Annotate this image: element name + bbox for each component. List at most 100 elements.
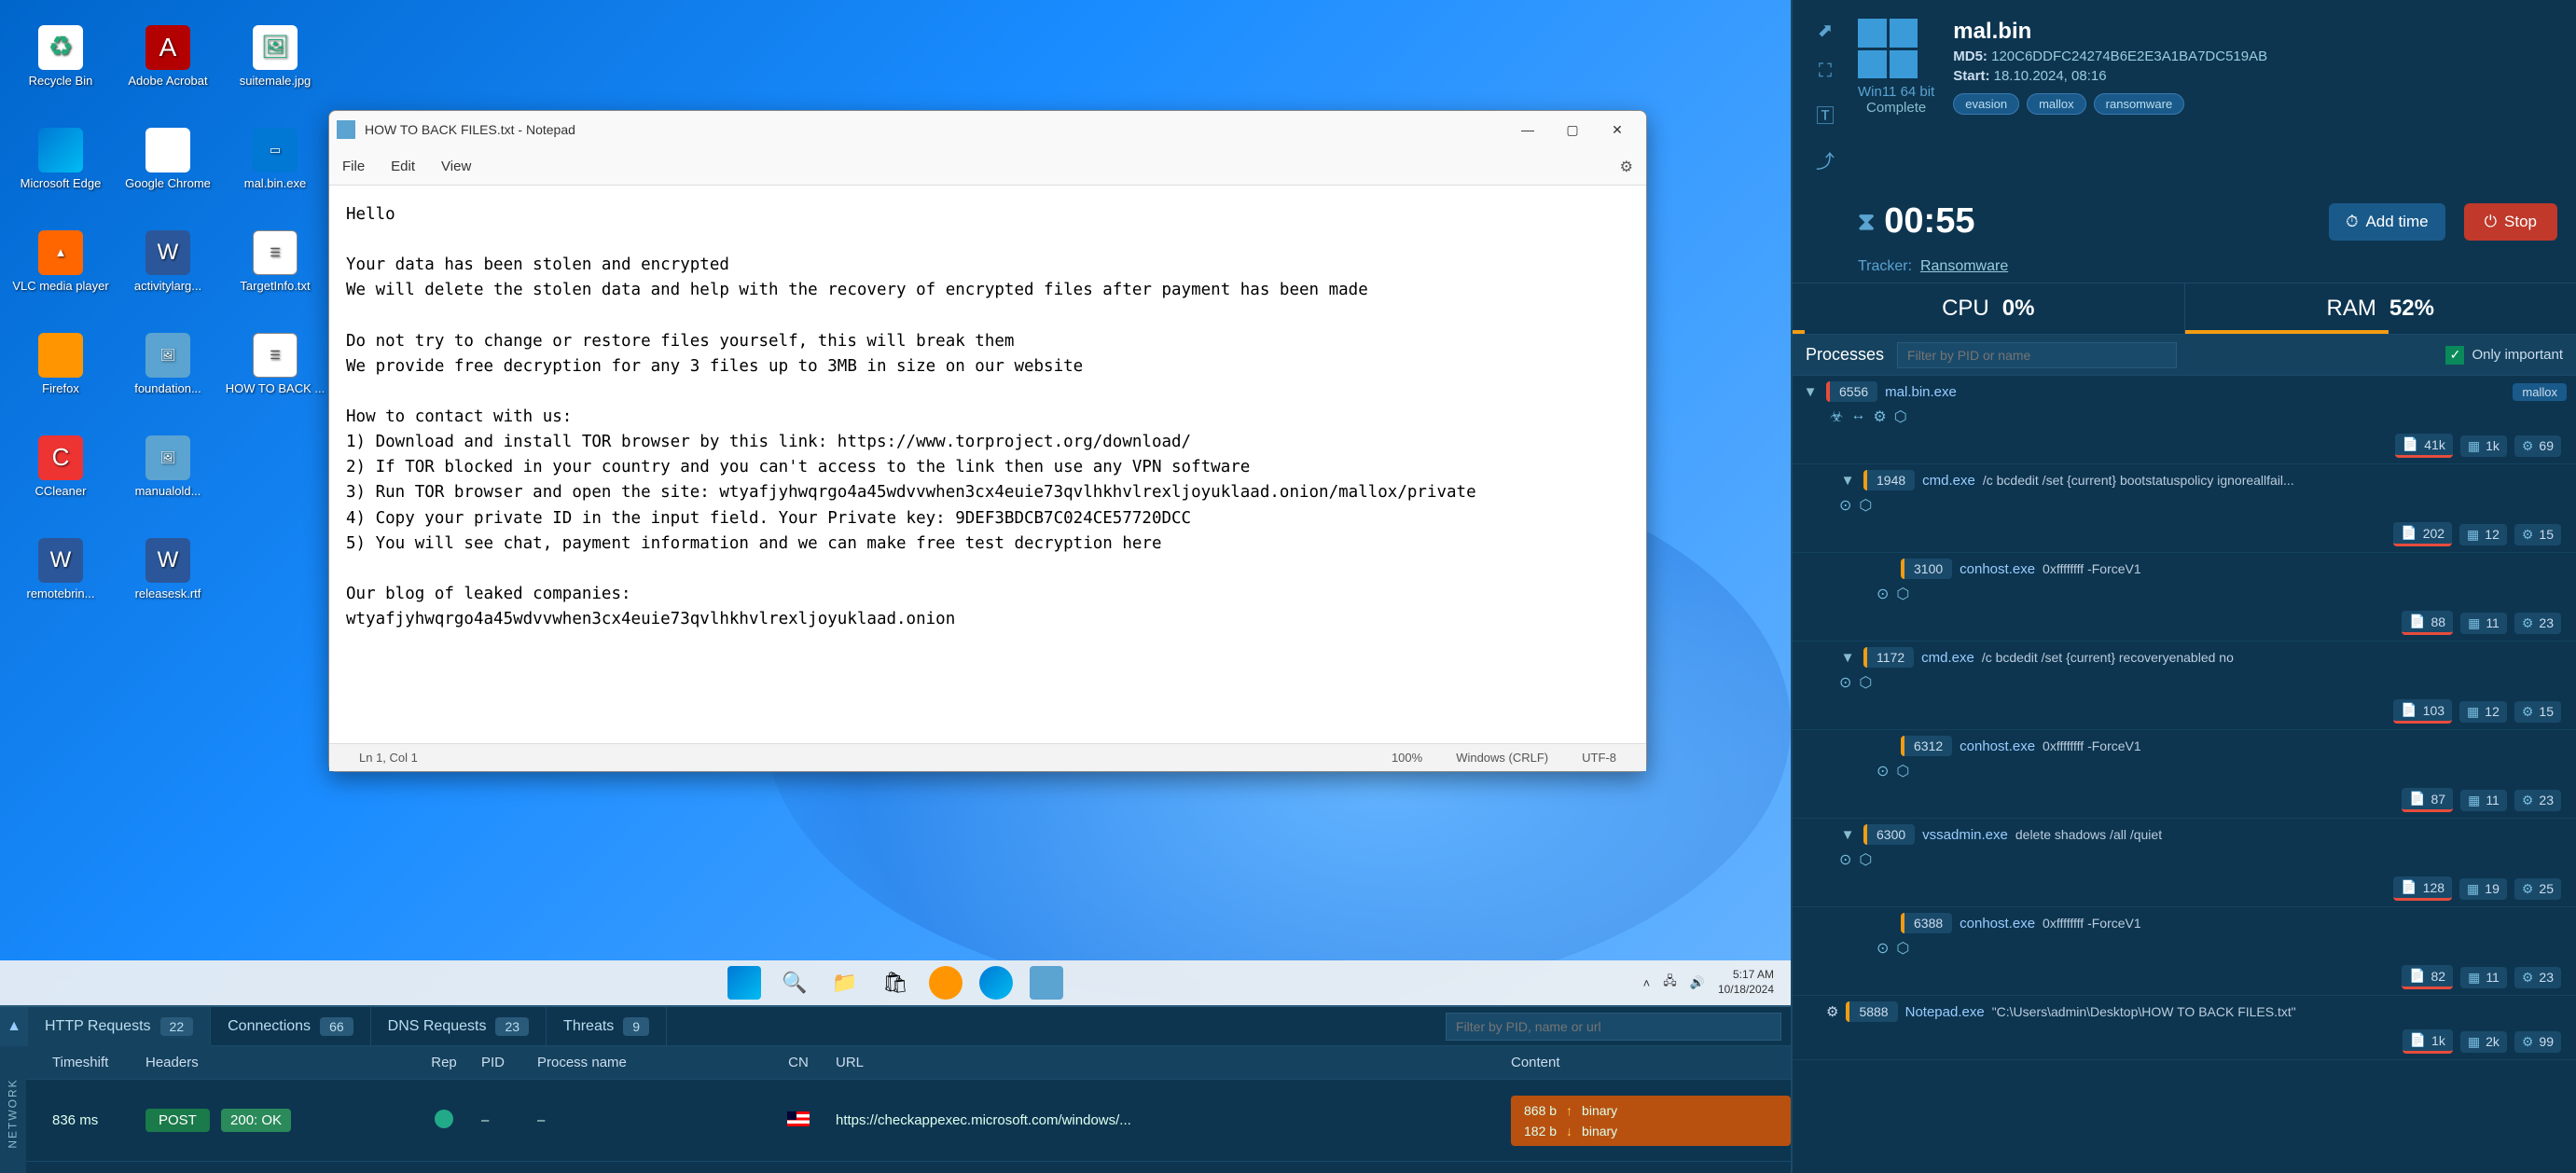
threat-tag[interactable]: ransomware bbox=[2094, 93, 2185, 115]
tab-connections[interactable]: Connections 66 bbox=[211, 1007, 371, 1046]
expander-icon[interactable]: ▼ bbox=[1802, 384, 1819, 400]
notepad-taskbar-icon[interactable] bbox=[1030, 966, 1063, 1000]
process-row[interactable]: ▼ 6300 vssadmin.exe delete shadows /all … bbox=[1793, 819, 2576, 907]
process-row[interactable]: ▼ 1948 cmd.exe /c bcdedit /set {current}… bbox=[1793, 464, 2576, 553]
desktop-icon[interactable]: ☰TargetInfo.txt bbox=[224, 214, 326, 308]
volume-icon[interactable]: 🔊 bbox=[1690, 975, 1705, 990]
stat-modules[interactable]: ⚙25 bbox=[2514, 878, 2561, 900]
col-rep[interactable]: Rep bbox=[407, 1055, 481, 1070]
process-row[interactable]: 6312 conhost.exe 0xffffffff -ForceV1 ⊙⬡ … bbox=[1793, 730, 2576, 819]
desktop-icon[interactable]: 🖼suitemale.jpg bbox=[224, 9, 326, 103]
open-external-icon[interactable]: ⬈ bbox=[1818, 19, 1834, 42]
network-filter-input[interactable] bbox=[1446, 1013, 1781, 1041]
menu-edit[interactable]: Edit bbox=[391, 159, 415, 174]
edge-icon[interactable] bbox=[979, 966, 1013, 1000]
network-tray-icon[interactable]: 🖧 bbox=[1663, 973, 1677, 993]
search-icon[interactable]: 🔍 bbox=[778, 966, 811, 1000]
explorer-icon[interactable]: 📁 bbox=[828, 966, 862, 1000]
desktop-icon[interactable]: Microsoft Edge bbox=[9, 112, 112, 205]
stat-modules[interactable]: ⚙23 bbox=[2514, 613, 2561, 634]
col-cn[interactable]: CN bbox=[761, 1055, 836, 1070]
editor-body[interactable]: Hello Your data has been stolen and encr… bbox=[329, 186, 1646, 743]
desktop-icon[interactable]: Wactivitylarg... bbox=[117, 214, 219, 308]
settings-icon[interactable]: ⚙ bbox=[1620, 158, 1633, 176]
expander-icon[interactable]: ▼ bbox=[1839, 827, 1856, 843]
menu-file[interactable]: File bbox=[342, 159, 365, 174]
only-important-checkbox[interactable]: ✓ Only important bbox=[2445, 346, 2563, 365]
desktop[interactable]: ♻Recycle BinAAdobe Acrobat🖼suitemale.jpg… bbox=[0, 0, 1791, 1005]
stat-files[interactable]: 📄82 bbox=[2402, 965, 2453, 989]
close-button[interactable]: ✕ bbox=[1596, 115, 1639, 145]
stat-modules[interactable]: ⚙15 bbox=[2514, 701, 2561, 723]
stat-modules[interactable]: ⚙23 bbox=[2514, 967, 2561, 988]
stat-files[interactable]: 📄41k bbox=[2395, 434, 2453, 458]
stat-modules[interactable]: ⚙69 bbox=[2514, 435, 2561, 457]
stat-registry[interactable]: ▦11 bbox=[2460, 613, 2507, 634]
col-timeshift[interactable]: Timeshift bbox=[52, 1055, 145, 1070]
stat-files[interactable]: 📄128 bbox=[2393, 876, 2452, 901]
col-headers[interactable]: Headers bbox=[145, 1055, 407, 1070]
start-button[interactable] bbox=[727, 966, 761, 1000]
desktop-icon[interactable]: Wreleasesk.rtf bbox=[117, 522, 219, 615]
desktop-icon[interactable]: 🖼foundation... bbox=[117, 317, 219, 410]
tab-threats[interactable]: Threats 9 bbox=[547, 1007, 667, 1046]
desktop-icon[interactable]: ☰HOW TO BACK ... bbox=[224, 317, 326, 410]
stat-registry[interactable]: ▦12 bbox=[2459, 524, 2507, 545]
process-row[interactable]: ▼ 1172 cmd.exe /c bcdedit /set {current}… bbox=[1793, 642, 2576, 730]
desktop-icon[interactable]: AAdobe Acrobat bbox=[117, 9, 219, 103]
desktop-icon[interactable]: 🖼manualold... bbox=[117, 420, 219, 513]
threat-tag[interactable]: evasion bbox=[1953, 93, 2019, 115]
desktop-icon[interactable]: ♻Recycle Bin bbox=[9, 9, 112, 103]
col-url[interactable]: URL bbox=[836, 1055, 1511, 1070]
desktop-icon[interactable]: CCCleaner bbox=[9, 420, 112, 513]
stat-modules[interactable]: ⚙23 bbox=[2514, 790, 2561, 811]
process-row[interactable]: ▼ 6556 mal.bin.exe mallox ☣↔⚙⬡ 📄41k ▦1k … bbox=[1793, 376, 2576, 464]
store-icon[interactable]: 🛍 bbox=[879, 966, 912, 1000]
menu-view[interactable]: View bbox=[441, 159, 471, 174]
desktop-icon[interactable]: ▭mal.bin.exe bbox=[224, 112, 326, 205]
stat-files[interactable]: 📄88 bbox=[2402, 611, 2453, 635]
minimize-button[interactable]: — bbox=[1506, 115, 1549, 145]
stat-files[interactable]: 📄202 bbox=[2393, 522, 2452, 546]
collapse-icon[interactable]: ▲ bbox=[0, 1007, 28, 1046]
text-report-icon[interactable]: 🅃 bbox=[1816, 101, 1835, 128]
stat-files[interactable]: 📄103 bbox=[2393, 699, 2452, 724]
expander-icon[interactable]: ▼ bbox=[1839, 473, 1856, 489]
process-row[interactable]: 6388 conhost.exe 0xffffffff -ForceV1 ⊙⬡ … bbox=[1793, 907, 2576, 996]
maximize-button[interactable]: ▢ bbox=[1551, 115, 1594, 145]
stat-registry[interactable]: ▦11 bbox=[2460, 967, 2507, 988]
titlebar[interactable]: HOW TO BACK FILES.txt - Notepad — ▢ ✕ bbox=[329, 111, 1646, 148]
add-time-button[interactable]: ⏱Add time bbox=[2329, 203, 2444, 241]
chevron-up-icon[interactable]: ˄ bbox=[1643, 976, 1651, 990]
desktop-icon[interactable]: Wremotebrin... bbox=[9, 522, 112, 615]
tab-dns-requests[interactable]: DNS Requests 23 bbox=[371, 1007, 547, 1046]
tracker-link[interactable]: Ransomware bbox=[1920, 258, 2008, 274]
firefox-icon[interactable] bbox=[929, 966, 963, 1000]
clock[interactable]: 5:17 AM 10/18/2024 bbox=[1718, 968, 1774, 997]
threat-tag[interactable]: mallox bbox=[2027, 93, 2086, 115]
desktop-icon[interactable]: Firefox bbox=[9, 317, 112, 410]
col-pid[interactable]: PID bbox=[481, 1055, 537, 1070]
tab-http-requests[interactable]: HTTP Requests 22 bbox=[28, 1007, 211, 1046]
stop-button[interactable]: ⏻Stop bbox=[2464, 203, 2557, 241]
process-filter-input[interactable] bbox=[1897, 342, 2177, 368]
desktop-icon[interactable]: Google Chrome bbox=[117, 112, 219, 205]
http-request-row[interactable]: 836 ms POST 200: OK – – https://checkapp… bbox=[0, 1080, 1791, 1162]
stat-registry[interactable]: ▦12 bbox=[2459, 701, 2507, 723]
stat-files[interactable]: 📄87 bbox=[2402, 788, 2453, 812]
stat-modules[interactable]: ⚙99 bbox=[2514, 1031, 2561, 1053]
md5-value[interactable]: 120C6DDFC24274B6E2E3A1BA7DC519AB bbox=[1991, 48, 2267, 64]
stat-files[interactable]: 📄1k bbox=[2403, 1029, 2453, 1054]
col-content[interactable]: Content bbox=[1511, 1055, 1791, 1070]
desktop-icon[interactable]: ▲VLC media player bbox=[9, 214, 112, 308]
export-icon[interactable]: ⤴ bbox=[1816, 146, 1835, 173]
stat-modules[interactable]: ⚙15 bbox=[2514, 524, 2561, 545]
stat-registry[interactable]: ▦1k bbox=[2460, 435, 2507, 457]
expander-icon[interactable]: ▼ bbox=[1839, 650, 1856, 666]
stat-registry[interactable]: ▦11 bbox=[2460, 790, 2507, 811]
col-process-name[interactable]: Process name bbox=[537, 1055, 761, 1070]
fullscreen-icon[interactable]: ⛶ bbox=[1819, 61, 1832, 82]
process-row[interactable]: 3100 conhost.exe 0xffffffff -ForceV1 ⊙⬡ … bbox=[1793, 553, 2576, 642]
stat-registry[interactable]: ▦2k bbox=[2460, 1031, 2507, 1053]
stat-registry[interactable]: ▦19 bbox=[2459, 878, 2507, 900]
